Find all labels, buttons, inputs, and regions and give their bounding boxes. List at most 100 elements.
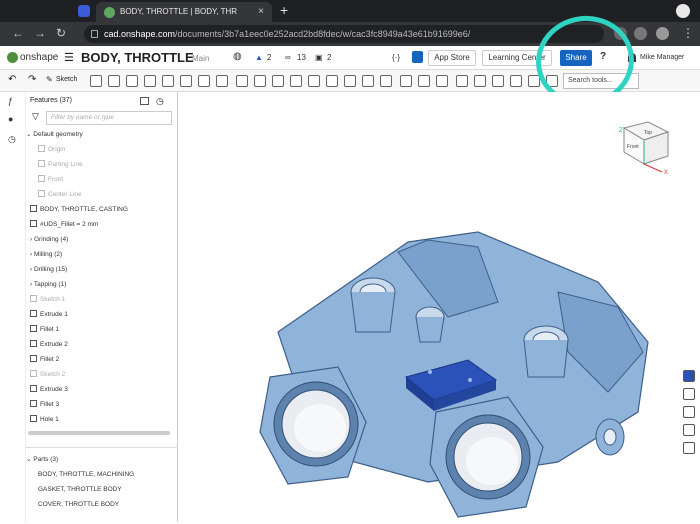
globe-icon[interactable]: ◍	[233, 51, 242, 62]
extrude-icon[interactable]	[90, 75, 102, 87]
plane-icon[interactable]	[456, 75, 468, 87]
enclose-icon[interactable]	[180, 75, 192, 87]
back-arrow-icon[interactable]: ←	[12, 26, 24, 40]
left-icon-strip: ƒ ● ◷	[0, 92, 26, 522]
feature-row[interactable]: Fillet 1	[30, 322, 180, 337]
feature-row[interactable]: Hole 1	[30, 412, 180, 427]
transform-icon[interactable]	[400, 75, 412, 87]
feature-row[interactable]: Front	[38, 172, 188, 187]
delete-part-icon[interactable]	[418, 75, 430, 87]
named-views-icon[interactable]	[683, 442, 695, 454]
folder-icon[interactable]	[140, 97, 149, 105]
shell-icon[interactable]	[272, 75, 284, 87]
boolean-icon[interactable]	[362, 75, 374, 87]
part-item[interactable]: COVER, THROTTLE BODY	[38, 497, 188, 512]
history-icon[interactable]: ◷	[8, 134, 19, 145]
feature-row[interactable]: Fillet 3	[30, 397, 180, 412]
feature-row[interactable]: Extrude 2	[30, 337, 180, 352]
tab-close-icon[interactable]: ×	[258, 2, 264, 22]
feature-filter-input[interactable]: Filter by name or type	[46, 111, 172, 125]
feature-row[interactable]: Fillet 2	[30, 352, 180, 367]
profile-avatar-icon[interactable]	[656, 27, 669, 40]
document-title[interactable]: BODY, THROTTLE	[81, 50, 194, 65]
filter-icon[interactable]: ▽	[32, 111, 39, 122]
copy-icon[interactable]: ▣	[315, 53, 323, 62]
branch-label[interactable]: Main	[192, 54, 209, 63]
extension-icon[interactable]	[78, 5, 90, 17]
notifications-icon[interactable]	[412, 51, 423, 63]
redo-icon[interactable]: ↷	[28, 74, 36, 85]
feature-label: Fillet 3	[40, 401, 60, 408]
linear-pattern-icon[interactable]	[308, 75, 320, 87]
app-store-button[interactable]: App Store	[428, 50, 476, 66]
undo-icon[interactable]: ↶	[8, 74, 16, 85]
comments-icon[interactable]: ●	[8, 114, 19, 125]
feature-row[interactable]: › Grinding (4)	[30, 232, 180, 247]
loft-icon[interactable]	[144, 75, 156, 87]
graphics-viewport[interactable]: Top Front X Z	[178, 92, 678, 522]
section-view-icon[interactable]	[683, 424, 695, 436]
feature-row[interactable]: › Drilling (15)	[30, 262, 180, 277]
feature-row[interactable]: BODY, THROTTLE, CASTING	[30, 202, 180, 217]
rib-icon[interactable]	[254, 75, 266, 87]
puzzle-icon[interactable]	[634, 27, 647, 40]
onshape-logo-icon	[7, 52, 18, 63]
code-icon[interactable]: {·}	[392, 53, 400, 62]
mass-properties-icon[interactable]	[683, 388, 695, 400]
feature-row[interactable]: Sketch 1	[30, 292, 180, 307]
feature-row[interactable]: Center Line	[38, 187, 188, 202]
new-tab-button[interactable]: +	[280, 2, 288, 18]
modify-fillet-icon[interactable]	[436, 75, 448, 87]
default-geometry-folder[interactable]: ⌄ Default geometry	[26, 127, 176, 142]
feature-row[interactable]: Origin	[38, 142, 188, 157]
feature-type-icon	[30, 385, 37, 392]
reload-icon[interactable]: ↻	[56, 26, 66, 40]
view-cube[interactable]: Top Front X Z	[619, 121, 670, 176]
feature-row[interactable]: Parting Line	[38, 157, 188, 172]
thicken-icon[interactable]	[162, 75, 174, 87]
parts-folder[interactable]: ⌄ Parts (3)	[26, 452, 176, 467]
window-control-icon[interactable]	[676, 4, 690, 18]
mirror-icon[interactable]	[344, 75, 356, 87]
appearance-icon[interactable]	[683, 370, 695, 382]
feature-row[interactable]: › Tapping (1)	[30, 277, 180, 292]
sweep-icon[interactable]	[126, 75, 138, 87]
like-icon[interactable]: ▲	[255, 53, 263, 62]
feature-row[interactable]: #UDS_Fillet = 2 mm	[30, 217, 180, 232]
link-icon[interactable]: ∞	[285, 53, 291, 62]
horizontal-scrollbar[interactable]	[28, 431, 170, 435]
features-icon[interactable]: ƒ	[8, 96, 19, 107]
curve-icon[interactable]	[510, 75, 522, 87]
feature-row[interactable]: Extrude 1	[30, 307, 180, 322]
revolve-icon[interactable]	[108, 75, 120, 87]
sketch-pencil-icon[interactable]: ✎	[46, 75, 53, 84]
chamfer-icon[interactable]	[216, 75, 228, 87]
browser-tab[interactable]: BODY, THROTTLE | BODY, THR ×	[96, 2, 272, 22]
feature-type-icon	[30, 400, 37, 407]
mate-connector-icon[interactable]	[474, 75, 486, 87]
part-item[interactable]: GASKET, THROTTLE BODY	[38, 482, 188, 497]
lock-icon	[91, 30, 98, 38]
sketch-button[interactable]: Sketch	[56, 76, 77, 83]
clock-icon[interactable]: ◷	[156, 94, 164, 108]
feature-type-icon	[38, 190, 45, 197]
menu-kebab-icon[interactable]: ⋮	[682, 26, 694, 40]
document-menu-icon[interactable]: ☰	[64, 51, 74, 64]
measure-icon[interactable]	[683, 406, 695, 418]
helix-icon[interactable]	[492, 75, 504, 87]
feature-label: BODY, THROTTLE, CASTING	[40, 206, 128, 213]
url-field[interactable]: cad.onshape.com/documents/3b7a1eec0e252a…	[84, 25, 604, 43]
circular-pattern-icon[interactable]	[326, 75, 338, 87]
forward-arrow-icon[interactable]: →	[34, 26, 46, 40]
split-icon[interactable]	[380, 75, 392, 87]
draft-icon[interactable]	[236, 75, 248, 87]
feature-label: Drilling (15)	[33, 266, 68, 273]
feature-row[interactable]: Extrude 3	[30, 382, 180, 397]
user-name[interactable]: Mike Manager	[640, 54, 684, 61]
feature-type-icon	[38, 175, 45, 182]
feature-row[interactable]: Sketch 2	[30, 367, 180, 382]
part-item[interactable]: BODY, THROTTLE, MACHINING	[38, 467, 188, 482]
fillet-icon[interactable]	[198, 75, 210, 87]
feature-row[interactable]: › Milling (2)	[30, 247, 180, 262]
hole-icon[interactable]	[290, 75, 302, 87]
